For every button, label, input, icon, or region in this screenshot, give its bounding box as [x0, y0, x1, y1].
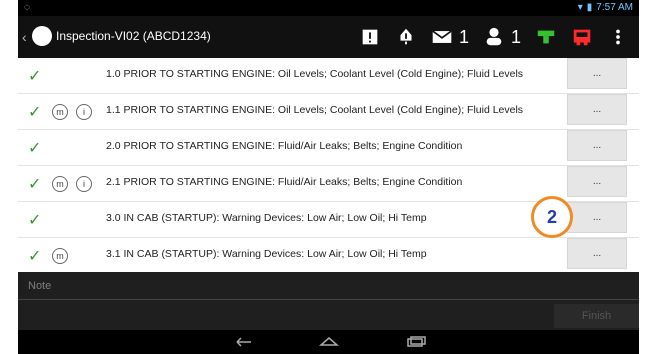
check-icon: ✓: [28, 247, 42, 265]
item-more-button[interactable]: ...: [567, 130, 627, 161]
item-more-button[interactable]: ...: [567, 58, 627, 89]
item-text: 1.1 PRIOR TO STARTING ENGINE: Oil Levels…: [106, 104, 524, 116]
alert-button[interactable]: [359, 22, 381, 52]
red-status-icon: [573, 29, 591, 46]
item-more-button[interactable]: ...: [567, 238, 627, 269]
check-icon: ✓: [28, 175, 42, 193]
app-title: Inspection-VI02 (ABCD1234): [56, 29, 211, 43]
alert-icon: [362, 29, 378, 45]
item-text: 2.1 PRIOR TO STARTING ENGINE: Fluid/Air …: [106, 176, 463, 188]
red-status-button[interactable]: [571, 22, 593, 52]
list-item[interactable]: ✓ m 3.1 IN CAB (STARTUP): Warning Device…: [18, 238, 639, 274]
wifi-icon: ▾: [577, 2, 583, 13]
overflow-menu-button[interactable]: [607, 22, 629, 52]
mail-icon: [432, 30, 452, 43]
m-icon[interactable]: m: [52, 175, 68, 192]
app-actions: 1 1: [359, 22, 629, 52]
list-item[interactable]: ✓ 2.0 PRIOR TO STARTING ENGINE: Fluid/Ai…: [18, 130, 639, 166]
finish-button[interactable]: Finish: [554, 304, 639, 328]
check-icon: ✓: [28, 139, 42, 157]
note-placeholder: Note: [28, 280, 52, 292]
battery-icon: ▮: [586, 2, 593, 13]
app-frame: ◌ ▾ ▮ 7:57 AM ‹ Inspection-VI02 (ABCD123…: [0, 0, 647, 354]
list-item[interactable]: ✓ 1.0 PRIOR TO STARTING ENGINE: Oil Leve…: [18, 58, 639, 94]
recent-apps-icon[interactable]: [401, 335, 429, 349]
notification-icon: ◌: [24, 2, 30, 13]
app-logo: [32, 26, 52, 46]
back-nav-icon[interactable]: [229, 335, 257, 349]
item-text: 3.0 IN CAB (STARTUP): Warning Devices: L…: [106, 212, 427, 224]
green-status-button[interactable]: [535, 22, 557, 52]
item-text: 1.0 PRIOR TO STARTING ENGINE: Oil Levels…: [106, 68, 524, 80]
bell-button[interactable]: [395, 22, 417, 52]
bell-icon: [400, 28, 412, 45]
check-icon: ✓: [28, 67, 42, 85]
back-icon[interactable]: ‹: [22, 29, 27, 45]
item-more-button[interactable]: ...: [567, 166, 627, 197]
messages-count: 1: [458, 26, 469, 47]
status-time: 7:57 AM: [596, 2, 633, 13]
inspection-list: ✓ 1.0 PRIOR TO STARTING ENGINE: Oil Leve…: [18, 58, 639, 274]
list-item[interactable]: ✓ m i 1.1 PRIOR TO STARTING ENGINE: Oil …: [18, 94, 639, 130]
note-divider: [18, 299, 639, 300]
more-vert-icon: [616, 29, 620, 45]
m-icon[interactable]: m: [52, 103, 68, 120]
green-status-icon: [537, 30, 555, 44]
app-bar: ‹ Inspection-VI02 (ABCD1234) 1 1: [18, 16, 639, 58]
status-bar: ◌ ▾ ▮ 7:57 AM: [18, 0, 639, 16]
status-right: ▾ ▮ 7:57 AM: [578, 2, 633, 13]
info-icon[interactable]: i: [76, 175, 92, 192]
check-icon: ✓: [28, 211, 42, 229]
messages-button[interactable]: 1: [431, 22, 469, 52]
check-icon: ✓: [28, 103, 42, 121]
m-icon[interactable]: m: [52, 247, 68, 264]
item-text: 2.0 PRIOR TO STARTING ENGINE: Fluid/Air …: [106, 140, 463, 152]
callout-marker: 2: [531, 196, 573, 238]
item-more-button[interactable]: ...: [567, 94, 627, 125]
users-count: 1: [510, 26, 521, 47]
info-icon[interactable]: i: [76, 103, 92, 120]
home-nav-icon[interactable]: [315, 335, 343, 349]
item-text: 3.1 IN CAB (STARTUP): Warning Devices: L…: [106, 248, 427, 260]
note-area[interactable]: Note Finish: [18, 272, 639, 330]
users-button[interactable]: 1: [483, 22, 521, 52]
item-more-button[interactable]: ...: [567, 202, 627, 233]
navigation-bar: [18, 330, 639, 354]
user-icon: [486, 27, 502, 46]
